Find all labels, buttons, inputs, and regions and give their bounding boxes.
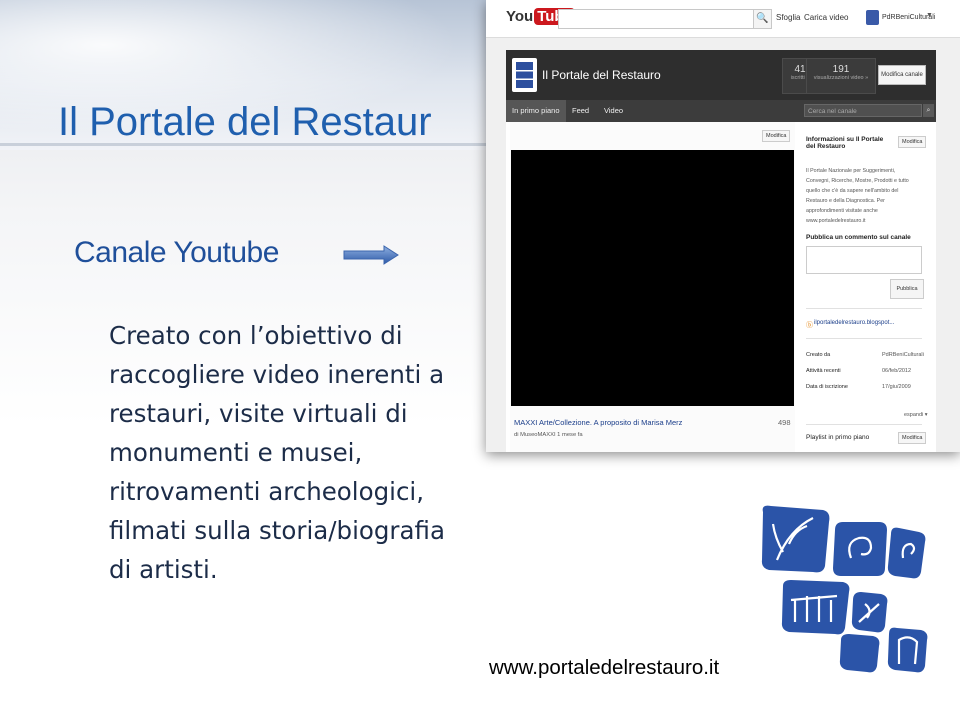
- divider: [806, 338, 922, 339]
- tab-video[interactable]: Video: [598, 100, 629, 122]
- slide-subtitle: Canale Youtube: [74, 236, 279, 269]
- meta-label: Data di iscrizione: [806, 384, 848, 390]
- channel-page: Il Portale del Restauro 41 iscritti » 19…: [506, 50, 936, 452]
- channel-sidebar: Informazioni su Il Portale del Restauro …: [798, 122, 936, 452]
- divider: [806, 308, 922, 309]
- search-icon[interactable]: 🔍: [753, 9, 772, 29]
- user-avatar[interactable]: [866, 10, 879, 25]
- description-line: monumenti e musei,: [109, 438, 363, 467]
- youtube-search-input[interactable]: [558, 9, 755, 29]
- description-line: filmati sulla storia/biografia: [109, 516, 445, 545]
- edit-playlist-button[interactable]: Modifica: [898, 432, 927, 444]
- slide-title: Il Portale del Restaur: [58, 100, 432, 144]
- views-label: visualizzazioni video »: [813, 75, 869, 81]
- description-line: raccogliere video inerenti a: [109, 360, 445, 389]
- channel-header: Il Portale del Restauro 41 iscritti » 19…: [506, 50, 936, 100]
- arrow-right-icon: [343, 245, 399, 265]
- logo-you-text: You: [506, 8, 534, 25]
- info-text: Il Portale Nazionale per Suggerimenti, C…: [806, 168, 909, 224]
- playlist-title: Playlist in primo piano: [806, 434, 870, 441]
- video-views: 498: [778, 418, 791, 427]
- divider: [806, 424, 922, 425]
- video-title[interactable]: MAXXI Arte/Collezione. A proposito di Ma…: [514, 418, 682, 427]
- blog-icon: ⓑ: [806, 322, 813, 329]
- description-line: ritrovamenti archeologici,: [109, 477, 425, 506]
- edit-info-button[interactable]: Modifica: [898, 136, 927, 148]
- channel-logo: [512, 58, 537, 92]
- description-line: Creato con l’obiettivo di: [109, 321, 403, 350]
- youtube-top-bar: You Tube 🔍 Sfoglia Carica video PdRBeniCu…: [486, 0, 960, 38]
- publish-button[interactable]: Pubblica: [890, 279, 924, 299]
- info-title: Informazioni su Il Portale del Restauro: [806, 136, 884, 150]
- comment-input[interactable]: [806, 246, 922, 274]
- portale-logo: [761, 505, 928, 673]
- tab-featured[interactable]: In primo piano: [506, 100, 566, 122]
- channel-nav: In primo piano Feed Video Cerca nel cana…: [506, 100, 936, 122]
- featured-video-panel: Modifica MAXXI Arte/Collezione. A propos…: [510, 122, 795, 452]
- meta-value: 17/giu/2009: [882, 384, 911, 390]
- meta-label: Creato da: [806, 352, 831, 358]
- edit-featured-button[interactable]: Modifica: [762, 130, 791, 142]
- channel-search-input[interactable]: Cerca nel canale: [804, 104, 922, 117]
- youtube-channel-screenshot: You Tube 🔍 Sfoglia Carica video PdRBeniCu…: [486, 0, 960, 452]
- website-url[interactable]: www.portaledelrestauro.it: [489, 656, 719, 680]
- views-stat[interactable]: 191 visualizzazioni video »: [806, 58, 876, 94]
- tab-feed[interactable]: Feed: [566, 100, 595, 122]
- chevron-down-icon[interactable]: ▼: [926, 12, 933, 19]
- description-line: di artisti.: [109, 555, 218, 584]
- description-text: Creato con l’obiettivo di raccogliere vi…: [109, 316, 509, 589]
- video-author: di MuseoMAXXI 1 mese fa: [514, 432, 583, 438]
- meta-value[interactable]: PdRBeniCulturali: [882, 352, 924, 358]
- video-player[interactable]: [511, 150, 794, 406]
- upload-link[interactable]: Carica video: [804, 13, 848, 22]
- meta-value: 06/feb/2012: [882, 368, 912, 374]
- channel-name[interactable]: Il Portale del Restauro: [542, 68, 661, 82]
- browse-link[interactable]: Sfoglia: [776, 13, 800, 22]
- description-line: restauri, visite virtuali di: [109, 399, 408, 428]
- edit-channel-button[interactable]: Modifica canale: [878, 65, 926, 85]
- views-count: 191: [832, 64, 850, 75]
- meta-label: Attività recenti: [806, 368, 841, 374]
- comment-title: Pubblica un commento sul canale: [806, 234, 911, 241]
- blog-link[interactable]: ilportaledelrestauro.blogspot...: [814, 320, 894, 326]
- expand-link[interactable]: espandi ▾: [904, 412, 928, 418]
- search-icon[interactable]: ⌕: [923, 104, 934, 117]
